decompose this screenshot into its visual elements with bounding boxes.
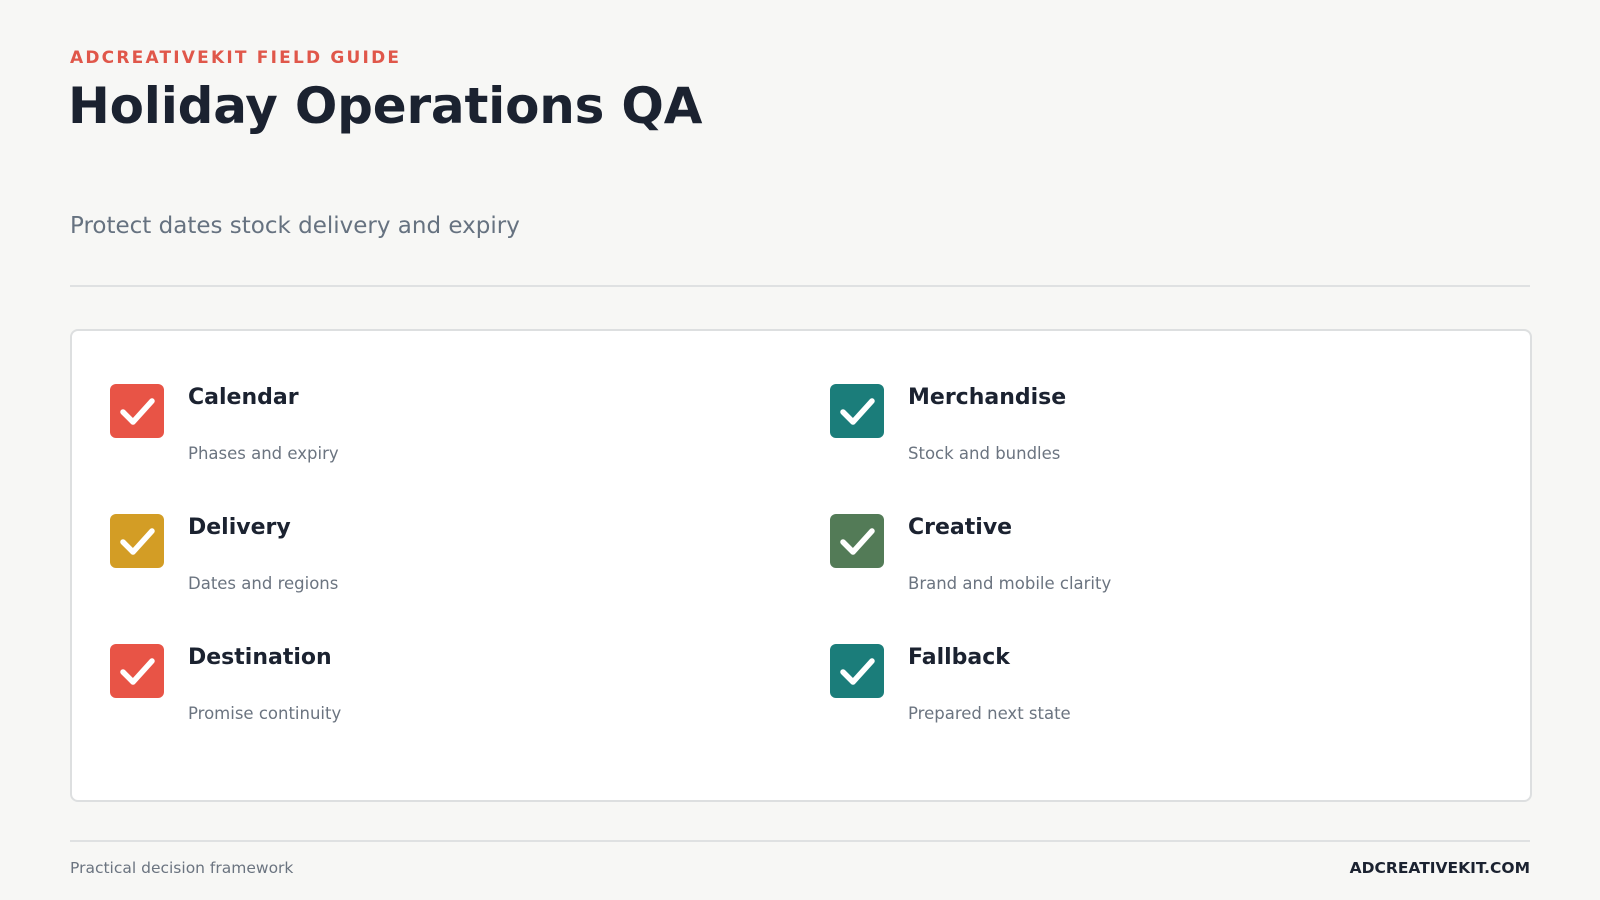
checklist-item-description: Prepared next state bbox=[908, 704, 1071, 723]
checklist-item-description: Brand and mobile clarity bbox=[908, 574, 1112, 593]
checkmark-icon bbox=[120, 528, 155, 555]
checkbox-creative bbox=[830, 514, 884, 568]
checklist-item-description: Promise continuity bbox=[188, 704, 342, 723]
checklist-item-fallback: Fallback Prepared next state bbox=[830, 644, 1430, 744]
checkbox-merchandise bbox=[830, 384, 884, 438]
checklist-item-title: Merchandise bbox=[908, 385, 1067, 410]
checklist-item-calendar: Calendar Phases and expiry bbox=[110, 384, 710, 484]
checkbox-calendar bbox=[110, 384, 164, 438]
eyebrow-label: ADCREATIVEKIT FIELD GUIDE bbox=[70, 48, 402, 68]
checklist-item-title: Calendar bbox=[188, 385, 299, 410]
checklist-item-creative: Creative Brand and mobile clarity bbox=[830, 514, 1430, 614]
footer-divider bbox=[70, 840, 1530, 842]
page-subtitle: Protect dates stock delivery and expiry bbox=[70, 213, 520, 239]
checkmark-icon bbox=[840, 398, 875, 425]
footer-site-link[interactable]: ADCREATIVEKIT.COM bbox=[1350, 858, 1530, 878]
page-title: Holiday Operations QA bbox=[68, 77, 703, 135]
checklist-item-description: Phases and expiry bbox=[188, 444, 339, 463]
checklist-item-description: Dates and regions bbox=[188, 574, 339, 593]
checkmark-icon bbox=[840, 658, 875, 685]
checklist-item-destination: Destination Promise continuity bbox=[110, 644, 710, 744]
checklist-item-title: Fallback bbox=[908, 645, 1010, 670]
checklist-item-description: Stock and bundles bbox=[908, 444, 1061, 463]
header-divider bbox=[70, 285, 1530, 287]
checklist-item-title: Delivery bbox=[188, 515, 291, 540]
checklist-item-merchandise: Merchandise Stock and bundles bbox=[830, 384, 1430, 484]
footer-tagline: Practical decision framework bbox=[70, 859, 294, 877]
checkbox-fallback bbox=[830, 644, 884, 698]
checklist-item-title: Creative bbox=[908, 515, 1013, 540]
checklist-item-delivery: Delivery Dates and regions bbox=[110, 514, 710, 614]
checkmark-icon bbox=[120, 658, 155, 685]
checklist-card: Calendar Phases and expiry Merchandise S… bbox=[70, 329, 1532, 802]
checkbox-delivery bbox=[110, 514, 164, 568]
checklist-item-title: Destination bbox=[188, 645, 332, 670]
checkmark-icon bbox=[840, 528, 875, 555]
checkbox-destination bbox=[110, 644, 164, 698]
checkmark-icon bbox=[120, 398, 155, 425]
